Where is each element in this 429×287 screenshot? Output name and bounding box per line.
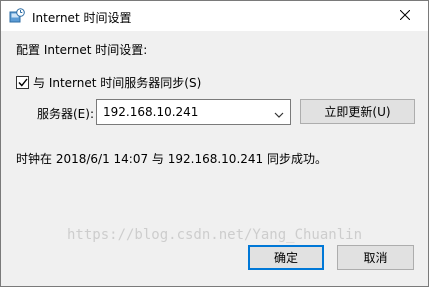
window-title: Internet 时间设置 [32, 11, 132, 25]
server-value[interactable]: 192.168.10.241 [103, 105, 198, 119]
clock-globe-icon [9, 8, 25, 24]
internet-time-settings-dialog: Internet 时间设置 配置 Internet 时间设置: 与 Intern… [0, 0, 429, 287]
sync-status-text: 时钟在 2018/6/1 14:07 与 192.168.10.241 同步成功… [16, 152, 327, 166]
settings-heading: 配置 Internet 时间设置: [16, 43, 148, 57]
close-icon [399, 9, 411, 23]
update-now-button[interactable]: 立即更新(U) [300, 99, 415, 124]
sync-option[interactable]: 与 Internet 时间服务器同步(S) [16, 74, 201, 91]
dialog-content: 配置 Internet 时间设置: 与 Internet 时间服务器同步(S) … [1, 31, 428, 286]
ok-button[interactable]: 确定 [248, 245, 324, 270]
checkmark-icon [17, 78, 28, 87]
title-bar[interactable]: Internet 时间设置 [1, 1, 428, 31]
sync-checkbox-label[interactable]: 与 Internet 时间服务器同步(S) [33, 74, 201, 91]
server-label: 服务器(E): [37, 107, 94, 121]
chevron-down-icon[interactable] [274, 108, 284, 118]
cancel-button[interactable]: 取消 [337, 245, 414, 270]
close-button[interactable] [382, 1, 428, 31]
sync-checkbox[interactable] [16, 76, 29, 89]
server-combobox[interactable]: 192.168.10.241 [96, 99, 291, 125]
